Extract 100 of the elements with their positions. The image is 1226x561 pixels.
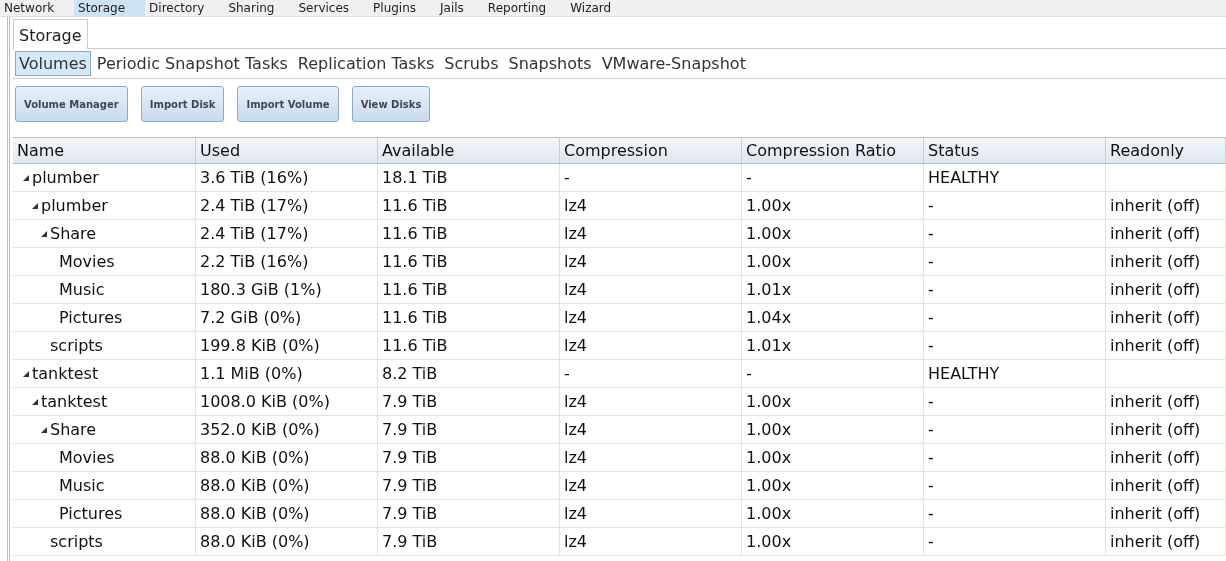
- nav-tab[interactable]: Wizard: [566, 0, 632, 16]
- nav-tab[interactable]: Network: [0, 0, 75, 16]
- table-cell-text: 7.9 TiB: [382, 390, 438, 413]
- action-button[interactable]: Import Volume: [237, 86, 339, 122]
- table-cell-text: -: [928, 502, 934, 525]
- expanded-triangle-icon[interactable]: [32, 398, 38, 405]
- tree-item-name[interactable]: tanktest: [32, 360, 99, 387]
- table-cell-text: 7.9 TiB: [382, 418, 438, 441]
- table-cell-text: 11.6 TiB: [382, 306, 448, 329]
- table-cell-text: 7.9 TiB: [382, 474, 438, 497]
- expanded-triangle-icon[interactable]: [23, 174, 29, 181]
- table-cell-text: 7.9 TiB: [382, 530, 438, 553]
- table-cell-text: inherit (off): [1110, 446, 1201, 469]
- table-cell-text: -: [928, 306, 934, 329]
- table-cell-text: 1.00x: [746, 250, 792, 273]
- column-header[interactable]: Compression: [560, 138, 742, 163]
- table-cell-text: HEALTHY: [928, 166, 1000, 189]
- table-cell-text: inherit (off): [1110, 530, 1201, 553]
- table-cell-text: -: [928, 418, 934, 441]
- tree-item-name[interactable]: Music: [59, 472, 105, 499]
- page-tab[interactable]: Storage: [13, 19, 88, 49]
- nav-tab[interactable]: Sharing: [224, 0, 295, 16]
- table-cell-text: -: [746, 362, 752, 385]
- column-header[interactable]: Compression Ratio: [742, 138, 924, 163]
- table-cell-text: 88.0 KiB (0%): [200, 530, 310, 553]
- table-cell-text: 1.01x: [746, 334, 792, 357]
- table-cell-text: lz4: [564, 390, 588, 413]
- table-cell-text: 7.2 GiB (0%): [200, 306, 302, 329]
- table-cell-text: lz4: [564, 474, 588, 497]
- table-cell-text: -: [928, 390, 934, 413]
- table-cell-text: 1.01x: [746, 278, 792, 301]
- table-cell-text: -: [928, 530, 934, 553]
- expanded-triangle-icon[interactable]: [41, 426, 47, 433]
- column-header[interactable]: Readonly: [1106, 138, 1226, 163]
- tree-item-name[interactable]: Share: [50, 416, 97, 443]
- nav-tab[interactable]: Reporting: [483, 0, 567, 16]
- table-cell-text: 2.2 TiB (16%): [200, 250, 309, 273]
- tree-item-name[interactable]: Movies: [59, 248, 115, 275]
- tree-item-name[interactable]: Pictures: [59, 500, 123, 527]
- tree-item-name[interactable]: scripts: [50, 528, 103, 555]
- table-cell-text: lz4: [564, 278, 588, 301]
- tree-item-name[interactable]: Share: [50, 220, 97, 247]
- table-cell-text: 18.1 TiB: [382, 166, 448, 189]
- tab[interactable]: Volumes: [15, 51, 91, 76]
- action-button[interactable]: View Disks: [351, 86, 431, 122]
- nav-tab[interactable]: Services: [294, 0, 370, 16]
- table-cell-text: inherit (off): [1110, 390, 1201, 413]
- table-cell-text: 1.00x: [746, 502, 792, 525]
- table-cell-text: -: [928, 474, 934, 497]
- table-cell-text: 11.6 TiB: [382, 250, 448, 273]
- table-cell-text: lz4: [564, 446, 588, 469]
- tab[interactable]: Replication Tasks: [293, 51, 439, 76]
- table-cell-text: lz4: [564, 306, 588, 329]
- table-cell-text: -: [928, 194, 934, 217]
- table-cell-text: 1.00x: [746, 222, 792, 245]
- table-cell-text: lz4: [564, 334, 588, 357]
- table-cell-text: 352.0 KiB (0%): [200, 418, 320, 441]
- table-cell-text: 11.6 TiB: [382, 222, 448, 245]
- expanded-triangle-icon[interactable]: [32, 202, 38, 209]
- table-cell-text: -: [928, 222, 934, 245]
- column-header[interactable]: Available: [378, 138, 560, 163]
- tree-item-name[interactable]: plumber: [41, 192, 108, 219]
- table-cell-text: 7.9 TiB: [382, 446, 438, 469]
- tab[interactable]: Scrubs: [440, 51, 503, 76]
- table-cell-text: lz4: [564, 222, 588, 245]
- tree-item-name[interactable]: plumber: [32, 164, 99, 191]
- table-cell-text: 11.6 TiB: [382, 334, 448, 357]
- tab[interactable]: Periodic Snapshot Tasks: [92, 51, 292, 76]
- nav-tab[interactable]: Storage: [74, 0, 146, 16]
- nav-tab[interactable]: Directory: [145, 0, 225, 16]
- nav-tab[interactable]: Jails: [436, 0, 484, 16]
- table-cell-text: 1.00x: [746, 194, 792, 217]
- action-button[interactable]: Volume Manager: [15, 86, 128, 122]
- table-cell-text: 2.4 TiB (17%): [200, 194, 309, 217]
- tab[interactable]: VMware-Snapshot: [597, 51, 750, 76]
- table-cell-text: 1.1 MiB (0%): [200, 362, 303, 385]
- expanded-triangle-icon[interactable]: [23, 370, 29, 377]
- expanded-triangle-icon[interactable]: [41, 230, 47, 237]
- action-button[interactable]: Import Disk: [140, 86, 225, 122]
- table-cell-text: 3.6 TiB (16%): [200, 166, 309, 189]
- column-header[interactable]: Name: [13, 138, 196, 163]
- table-cell-text: 88.0 KiB (0%): [200, 502, 310, 525]
- table-cell-text: 199.8 KiB (0%): [200, 334, 320, 357]
- tree-item-name[interactable]: Pictures: [59, 304, 123, 331]
- column-header[interactable]: Status: [924, 138, 1106, 163]
- table-cell-text: 2.4 TiB (17%): [200, 222, 309, 245]
- table-cell-text: 11.6 TiB: [382, 194, 448, 217]
- tab[interactable]: Snapshots: [504, 51, 596, 76]
- table-cell-text: -: [746, 166, 752, 189]
- column-header[interactable]: Used: [196, 138, 378, 163]
- table-cell-text: 8.2 TiB: [382, 362, 438, 385]
- tree-item-name[interactable]: scripts: [50, 332, 103, 359]
- table-cell-text: inherit (off): [1110, 418, 1201, 441]
- table-cell-text: 88.0 KiB (0%): [200, 446, 310, 469]
- table-cell-text: inherit (off): [1110, 250, 1201, 273]
- tree-item-name[interactable]: Movies: [59, 444, 115, 471]
- table-cell-text: 11.6 TiB: [382, 278, 448, 301]
- nav-tab[interactable]: Plugins: [369, 0, 437, 16]
- tree-item-name[interactable]: Music: [59, 276, 105, 303]
- tree-item-name[interactable]: tanktest: [41, 388, 108, 415]
